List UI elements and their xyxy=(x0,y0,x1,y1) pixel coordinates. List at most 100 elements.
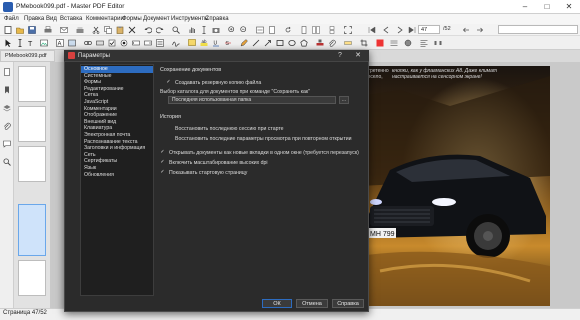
full-screen-icon[interactable] xyxy=(344,26,352,34)
button-field-icon[interactable] xyxy=(96,39,104,47)
edit-image-icon[interactable] xyxy=(40,39,48,47)
menu-help[interactable]: Справка xyxy=(205,14,229,24)
add-text-icon[interactable]: A xyxy=(56,39,64,47)
fit-width-icon[interactable] xyxy=(256,26,264,34)
fit-page-icon[interactable] xyxy=(268,26,276,34)
zoom-out-icon[interactable] xyxy=(240,26,248,34)
category-item[interactable]: Заголовки и информация xyxy=(81,145,153,152)
maximize-button[interactable]: □ xyxy=(536,0,558,14)
underline-icon[interactable]: U xyxy=(212,39,220,47)
next-page-icon[interactable] xyxy=(396,26,404,34)
hand-tool-icon[interactable] xyxy=(188,26,196,34)
link-icon[interactable] xyxy=(84,39,92,47)
first-page-icon[interactable] xyxy=(368,26,376,34)
rectangle-icon[interactable] xyxy=(276,39,284,47)
snapshot-icon[interactable] xyxy=(212,26,220,34)
checkbox-field-icon[interactable] xyxy=(108,39,116,47)
folder-browse-button[interactable]: ... xyxy=(339,96,349,104)
redo-icon[interactable] xyxy=(156,26,164,34)
forward-icon[interactable] xyxy=(476,26,484,34)
document-tab[interactable]: PMebook099.pdf xyxy=(0,50,55,62)
category-item[interactable]: Клавиатура xyxy=(81,125,153,132)
category-item[interactable]: Внешний вид xyxy=(81,119,153,126)
dialog-close-button[interactable]: ✕ xyxy=(350,51,366,61)
cut-icon[interactable] xyxy=(92,26,100,34)
distribute-icon[interactable] xyxy=(434,39,442,47)
highlight-icon[interactable]: ab xyxy=(200,39,208,47)
scan-icon[interactable] xyxy=(76,26,84,34)
category-item[interactable]: Сеть xyxy=(81,152,153,159)
continuous-icon[interactable] xyxy=(328,26,336,34)
line-icon[interactable] xyxy=(252,39,260,47)
page-thumbnail[interactable] xyxy=(18,106,46,142)
menu-document[interactable]: Документ xyxy=(143,14,170,24)
category-item[interactable]: JavaScript xyxy=(81,99,153,106)
category-item[interactable]: Комментарии xyxy=(81,106,153,113)
category-item[interactable]: Системные xyxy=(81,73,153,80)
save-icon[interactable] xyxy=(28,26,36,34)
menu-comments[interactable]: Комментарии xyxy=(86,14,124,24)
undo-icon[interactable] xyxy=(144,26,152,34)
page-thumbnail[interactable] xyxy=(18,260,46,296)
crop-icon[interactable] xyxy=(360,39,368,47)
backup-checkbox[interactable]: ✓ xyxy=(166,80,171,85)
comments-panel-icon[interactable] xyxy=(3,140,11,148)
ellipse-icon[interactable] xyxy=(288,39,296,47)
category-item[interactable]: Язык xyxy=(81,165,153,172)
email-icon[interactable] xyxy=(60,26,68,34)
pencil-icon[interactable] xyxy=(240,39,248,47)
pages-panel-icon[interactable] xyxy=(3,68,11,76)
menu-view[interactable]: Вид xyxy=(46,14,57,24)
search-input[interactable] xyxy=(498,25,578,34)
category-item[interactable]: Сетка xyxy=(81,92,153,99)
menu-edit[interactable]: Правка xyxy=(24,14,44,24)
print-icon[interactable] xyxy=(44,26,52,34)
page-thumbnail[interactable] xyxy=(18,66,46,102)
copy-icon[interactable] xyxy=(104,26,112,34)
attach-icon[interactable] xyxy=(328,39,336,47)
open-folder-icon[interactable] xyxy=(16,26,24,34)
new-tabs-checkbox[interactable]: ✓ xyxy=(160,150,165,155)
category-item[interactable]: Отображение xyxy=(81,112,153,119)
measure-icon[interactable] xyxy=(344,39,352,47)
bookmarks-panel-icon[interactable] xyxy=(3,86,11,94)
new-file-icon[interactable] xyxy=(4,26,12,34)
attachments-panel-icon[interactable] xyxy=(3,122,11,130)
menu-forms[interactable]: Формы xyxy=(122,14,142,24)
signature-icon[interactable] xyxy=(172,39,180,47)
menu-file[interactable]: Файл xyxy=(4,14,19,24)
category-item[interactable]: Редактирование xyxy=(81,86,153,93)
restore-session-checkbox[interactable] xyxy=(166,126,171,131)
scaling-checkbox[interactable]: ✓ xyxy=(160,160,165,165)
layers-panel-icon[interactable] xyxy=(3,104,11,112)
category-item[interactable]: Распознавание текста xyxy=(81,139,153,146)
startpage-checkbox[interactable]: ✓ xyxy=(160,170,165,175)
arrow-icon[interactable] xyxy=(264,39,272,47)
rotate-icon[interactable] xyxy=(284,26,292,34)
minimize-button[interactable]: – xyxy=(514,0,536,14)
category-item[interactable]: Формы xyxy=(81,79,153,86)
page-thumbnail-selected[interactable] xyxy=(18,204,46,256)
page-thumbnail[interactable] xyxy=(18,146,46,182)
folder-select[interactable]: Последняя использованная папка xyxy=(168,96,336,104)
close-window-button[interactable]: ✕ xyxy=(558,0,580,14)
search-panel-icon[interactable] xyxy=(3,158,11,166)
page-number-input[interactable]: 47 xyxy=(418,25,440,34)
strikeout-icon[interactable]: S xyxy=(224,39,232,47)
last-page-icon[interactable] xyxy=(408,26,416,34)
help-button[interactable]: ? xyxy=(333,51,347,61)
zoom-in-icon[interactable] xyxy=(228,26,236,34)
text-field-icon[interactable] xyxy=(132,39,140,47)
prev-page-icon[interactable] xyxy=(382,26,390,34)
delete-icon[interactable] xyxy=(128,26,136,34)
menu-insert[interactable]: Вставка xyxy=(60,14,82,24)
add-image-icon[interactable] xyxy=(68,39,76,47)
paste-icon[interactable] xyxy=(116,26,124,34)
radio-field-icon[interactable] xyxy=(120,39,128,47)
menu-tools[interactable]: Инструменты xyxy=(171,14,208,24)
back-icon[interactable] xyxy=(462,26,470,34)
category-item[interactable]: Обновления xyxy=(81,172,153,179)
single-page-icon[interactable] xyxy=(300,26,308,34)
ok-button[interactable]: ОК xyxy=(262,299,292,308)
combo-field-icon[interactable] xyxy=(144,39,152,47)
